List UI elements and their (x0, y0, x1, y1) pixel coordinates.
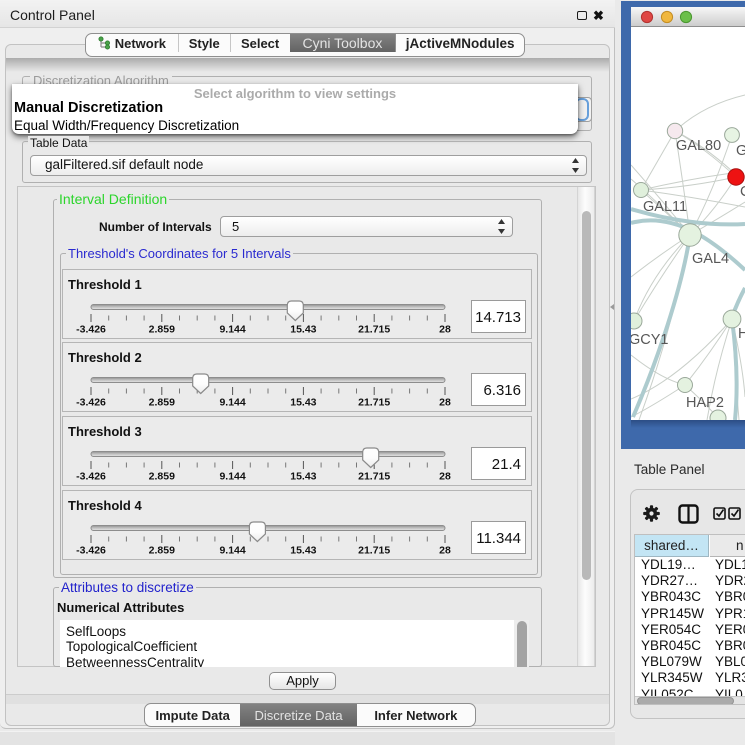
svg-text:15.43: 15.43 (290, 471, 316, 483)
svg-text:H: H (738, 326, 745, 342)
svg-text:2.859: 2.859 (149, 471, 175, 483)
svg-text:15.43: 15.43 (290, 397, 316, 409)
svg-text:9.144: 9.144 (219, 544, 245, 556)
svg-text:2.859: 2.859 (149, 397, 175, 409)
svg-text:-3.426: -3.426 (76, 397, 106, 409)
svg-text:2.859: 2.859 (149, 544, 175, 556)
svg-text:-3.426: -3.426 (76, 324, 106, 336)
svg-text:9.144: 9.144 (219, 471, 245, 483)
svg-text:15.43: 15.43 (290, 544, 316, 556)
svg-text:2.859: 2.859 (149, 324, 175, 336)
svg-text:GAL80: GAL80 (676, 138, 721, 154)
svg-text:15.43: 15.43 (290, 324, 316, 336)
svg-text:HAP2: HAP2 (686, 395, 724, 411)
svg-text:GAL4: GAL4 (692, 251, 729, 267)
svg-text:21.715: 21.715 (358, 324, 390, 336)
svg-text:28: 28 (439, 324, 451, 336)
svg-text:C: C (740, 184, 745, 200)
svg-text:9.144: 9.144 (219, 397, 245, 409)
svg-text:28: 28 (439, 397, 451, 409)
svg-text:21.715: 21.715 (358, 397, 390, 409)
svg-text:21.715: 21.715 (358, 544, 390, 556)
svg-text:28: 28 (439, 544, 451, 556)
svg-text:9.144: 9.144 (219, 324, 245, 336)
svg-text:28: 28 (439, 471, 451, 483)
svg-text:-3.426: -3.426 (76, 471, 106, 483)
svg-text:21.715: 21.715 (358, 471, 390, 483)
svg-text:GCY1: GCY1 (631, 332, 669, 348)
svg-text:GAL11: GAL11 (643, 199, 687, 215)
svg-text:G.: G. (736, 143, 745, 159)
svg-text:-3.426: -3.426 (76, 544, 106, 556)
